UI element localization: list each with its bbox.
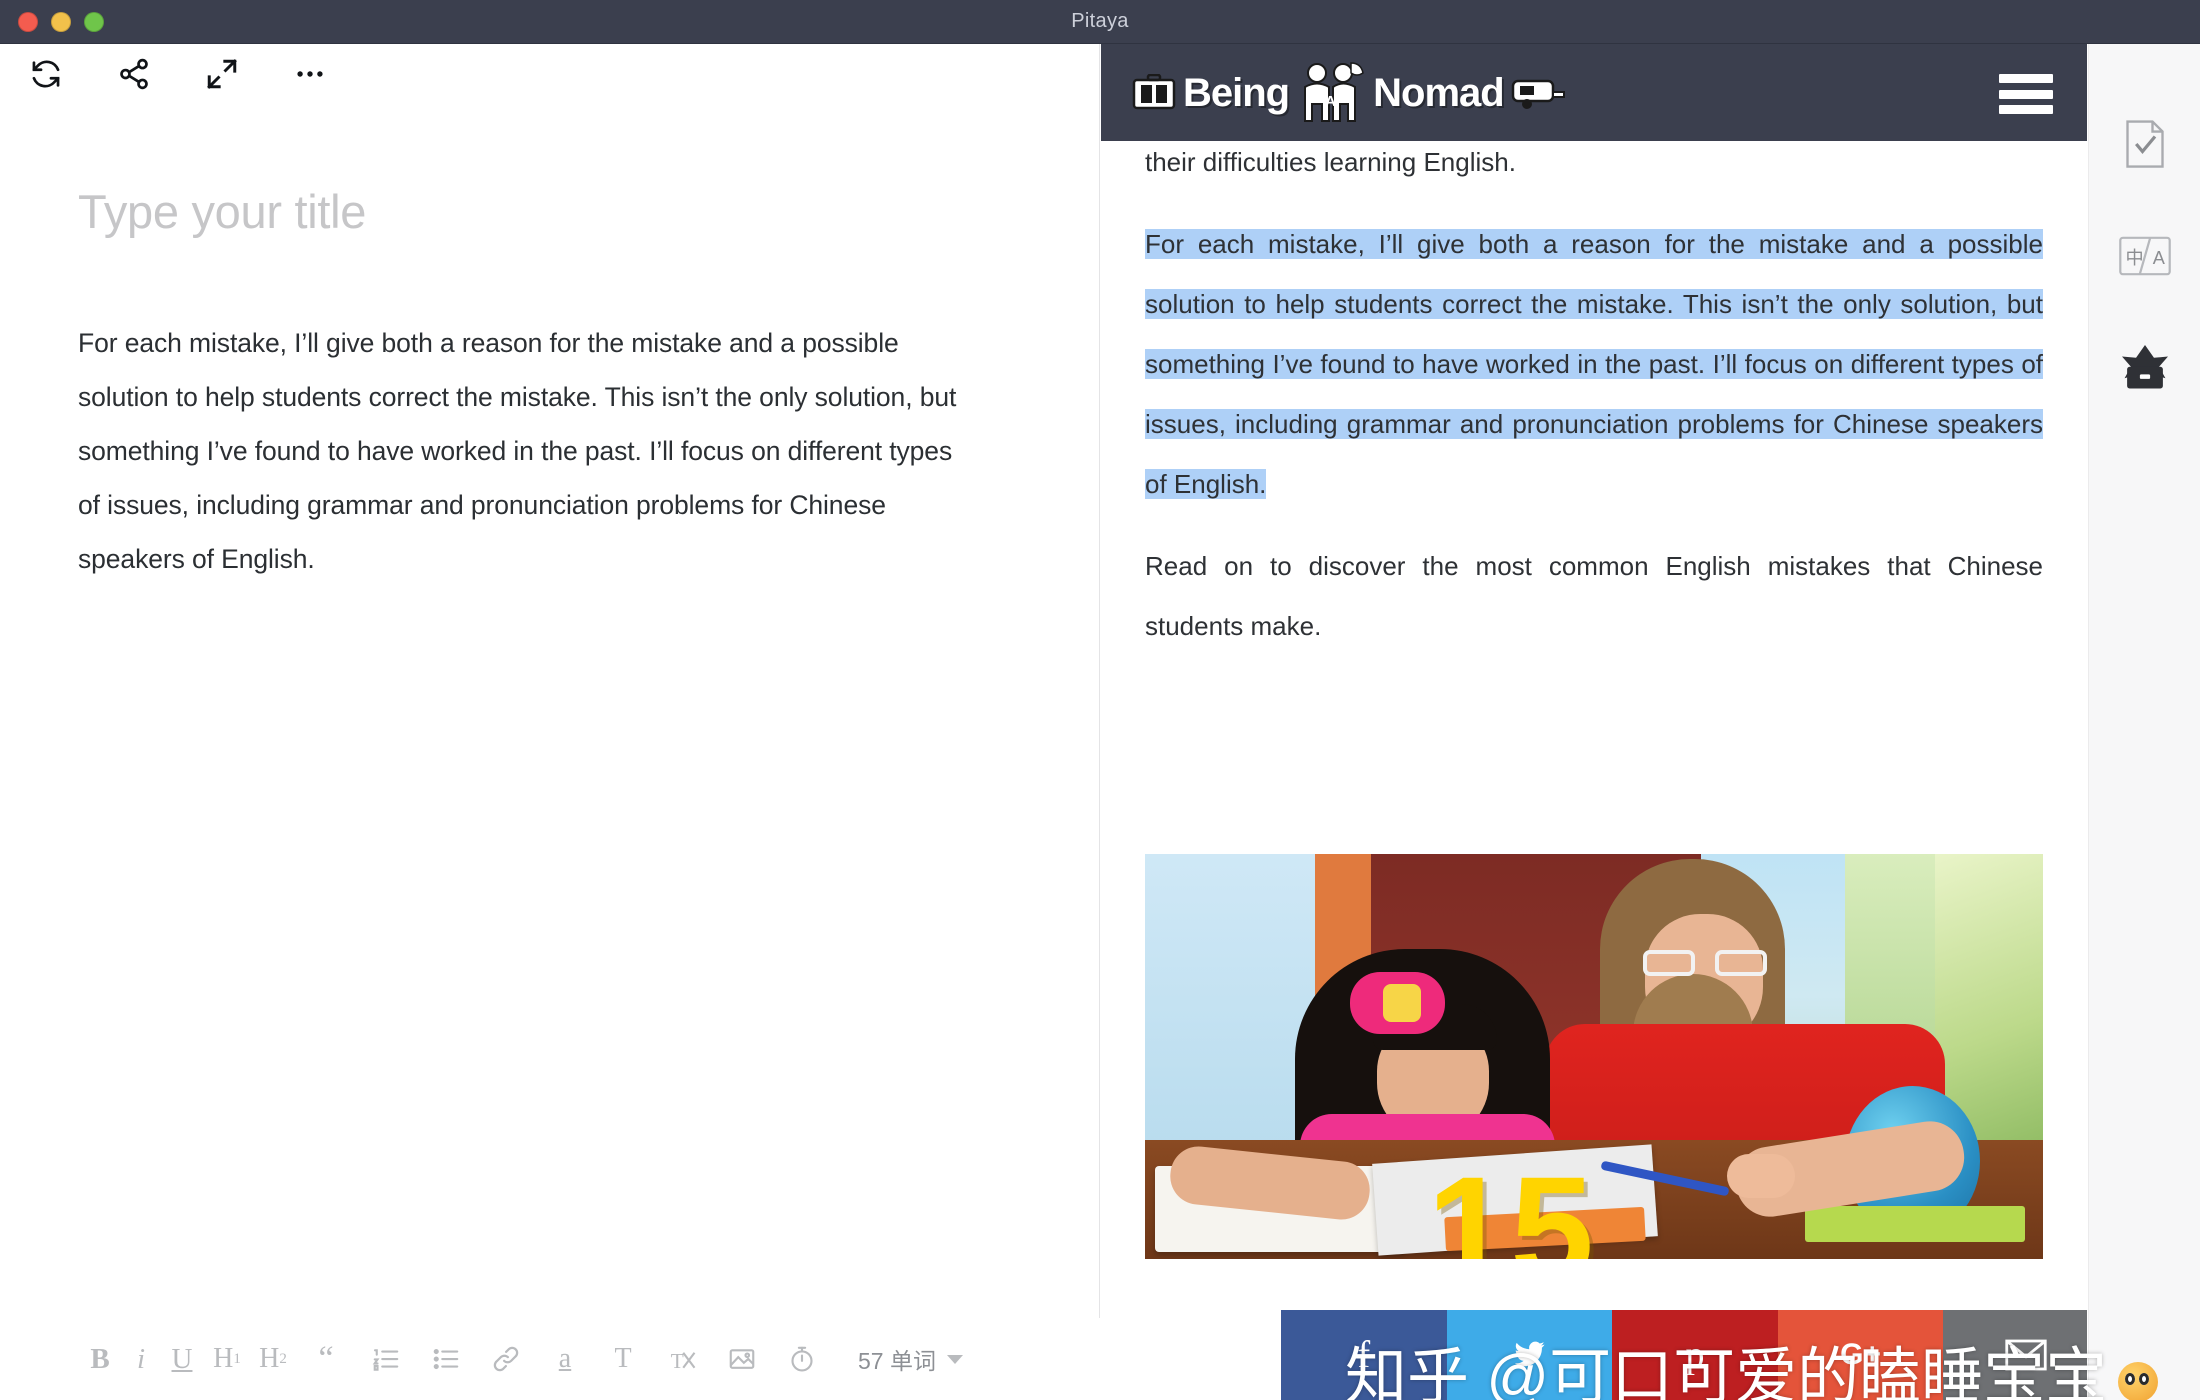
envelope-icon [2005,1339,2047,1371]
site-header: Being A Nomad [1101,44,2087,141]
document-title-placeholder[interactable]: Type your title [78,184,366,239]
photo-overlay-number: 15 [1427,1145,1594,1259]
underline-button[interactable]: U [160,1336,204,1382]
site-logo-text-1: Being [1183,70,1290,115]
italic-button[interactable]: i [122,1336,160,1382]
chevron-down-icon [946,1354,963,1364]
facebook-share-button[interactable]: f [1281,1310,1447,1400]
pinterest-share-button[interactable]: p [1612,1310,1778,1400]
highlight-button[interactable]: a [536,1336,594,1382]
bullet-list-icon[interactable] [416,1336,476,1382]
word-count-label: 57 单词 [858,1348,936,1374]
app-window: Pitaya Type your title For each mistake,… [0,0,2200,1400]
heading2-label: H [259,1343,280,1374]
svg-text:A: A [2153,248,2166,268]
text-style-button[interactable]: T [594,1336,652,1382]
heading2-sub: 2 [279,1350,287,1367]
site-logo-text-2: Nomad [1373,70,1505,115]
preview-paragraph-selected[interactable]: For each mistake, I’ll give both a reaso… [1145,214,2043,514]
preview-paragraph-read-on: Read on to discover the most common Engl… [1145,551,2043,641]
clear-format-icon[interactable]: T [652,1336,712,1382]
close-window-button[interactable] [18,12,38,32]
editor-pane: Type your title For each mistake, I’ll g… [0,44,1100,1400]
pinterest-icon: p [1685,1334,1705,1376]
document-body-text[interactable]: For each mistake, I’ll give both a reaso… [78,316,978,586]
ordered-list-icon[interactable] [356,1336,416,1382]
image-icon[interactable] [712,1336,772,1382]
timer-icon[interactable] [772,1336,832,1382]
link-icon[interactable] [476,1336,536,1382]
proofread-icon[interactable] [2089,96,2200,192]
heading1-sub: 1 [233,1350,241,1367]
fullscreen-icon[interactable] [202,54,242,94]
heading1-label: H [213,1343,234,1374]
googleplus-share-button[interactable]: G+ [1777,1310,1944,1400]
luggage-icon [1131,73,1177,113]
family-icon: A [1295,61,1367,125]
article-photo: 15 [1145,854,2043,1259]
emoji-face-icon [2118,1362,2158,1400]
caravan-icon [1510,73,1566,113]
translate-icon[interactable]: 中 A [2089,208,2200,304]
maximize-window-button[interactable] [84,12,104,32]
format-toolbar: B i U H1 H2 “ a T T 57 单词 [0,1318,1100,1400]
twitter-share-button[interactable] [1446,1310,1613,1400]
googleplus-icon: G+ [1840,1338,1881,1371]
body-area: Type your title For each mistake, I’ll g… [0,44,2200,1400]
blockquote-button[interactable]: “ [296,1336,356,1382]
svg-text:A: A [1325,93,1336,110]
hamburger-menu-icon[interactable] [1999,74,2053,114]
title-bar: Pitaya [0,0,2200,44]
traffic-lights [18,0,104,44]
window-title: Pitaya [1071,10,1129,32]
heading1-button[interactable]: H1 [204,1336,250,1382]
selected-text: For each mistake, I’ll give both a reaso… [1145,229,2043,499]
svg-text:T: T [671,1349,684,1373]
heading2-button[interactable]: H2 [250,1336,296,1382]
svg-text:中: 中 [2126,248,2144,268]
minimize-window-button[interactable] [51,12,71,32]
right-sidebar: 中 A [2088,44,2200,1400]
facebook-icon: f [1357,1334,1371,1376]
twitter-icon [1509,1338,1549,1372]
editor-top-toolbar [26,54,330,94]
refresh-icon[interactable] [26,54,66,94]
share-icon[interactable] [114,54,154,94]
more-options-icon[interactable] [290,54,330,94]
web-preview-pane: …to Chinese students. But students can u… [1101,44,2087,1400]
archive-box-icon[interactable] [2089,320,2200,416]
email-share-button[interactable] [1943,1310,2087,1400]
social-share-bar: f p G+ [1281,1310,2087,1400]
word-count-dropdown[interactable]: 57 单词 [858,1342,963,1376]
bold-button[interactable]: B [78,1336,122,1382]
site-logo[interactable]: Being A Nomad [1125,58,1572,128]
